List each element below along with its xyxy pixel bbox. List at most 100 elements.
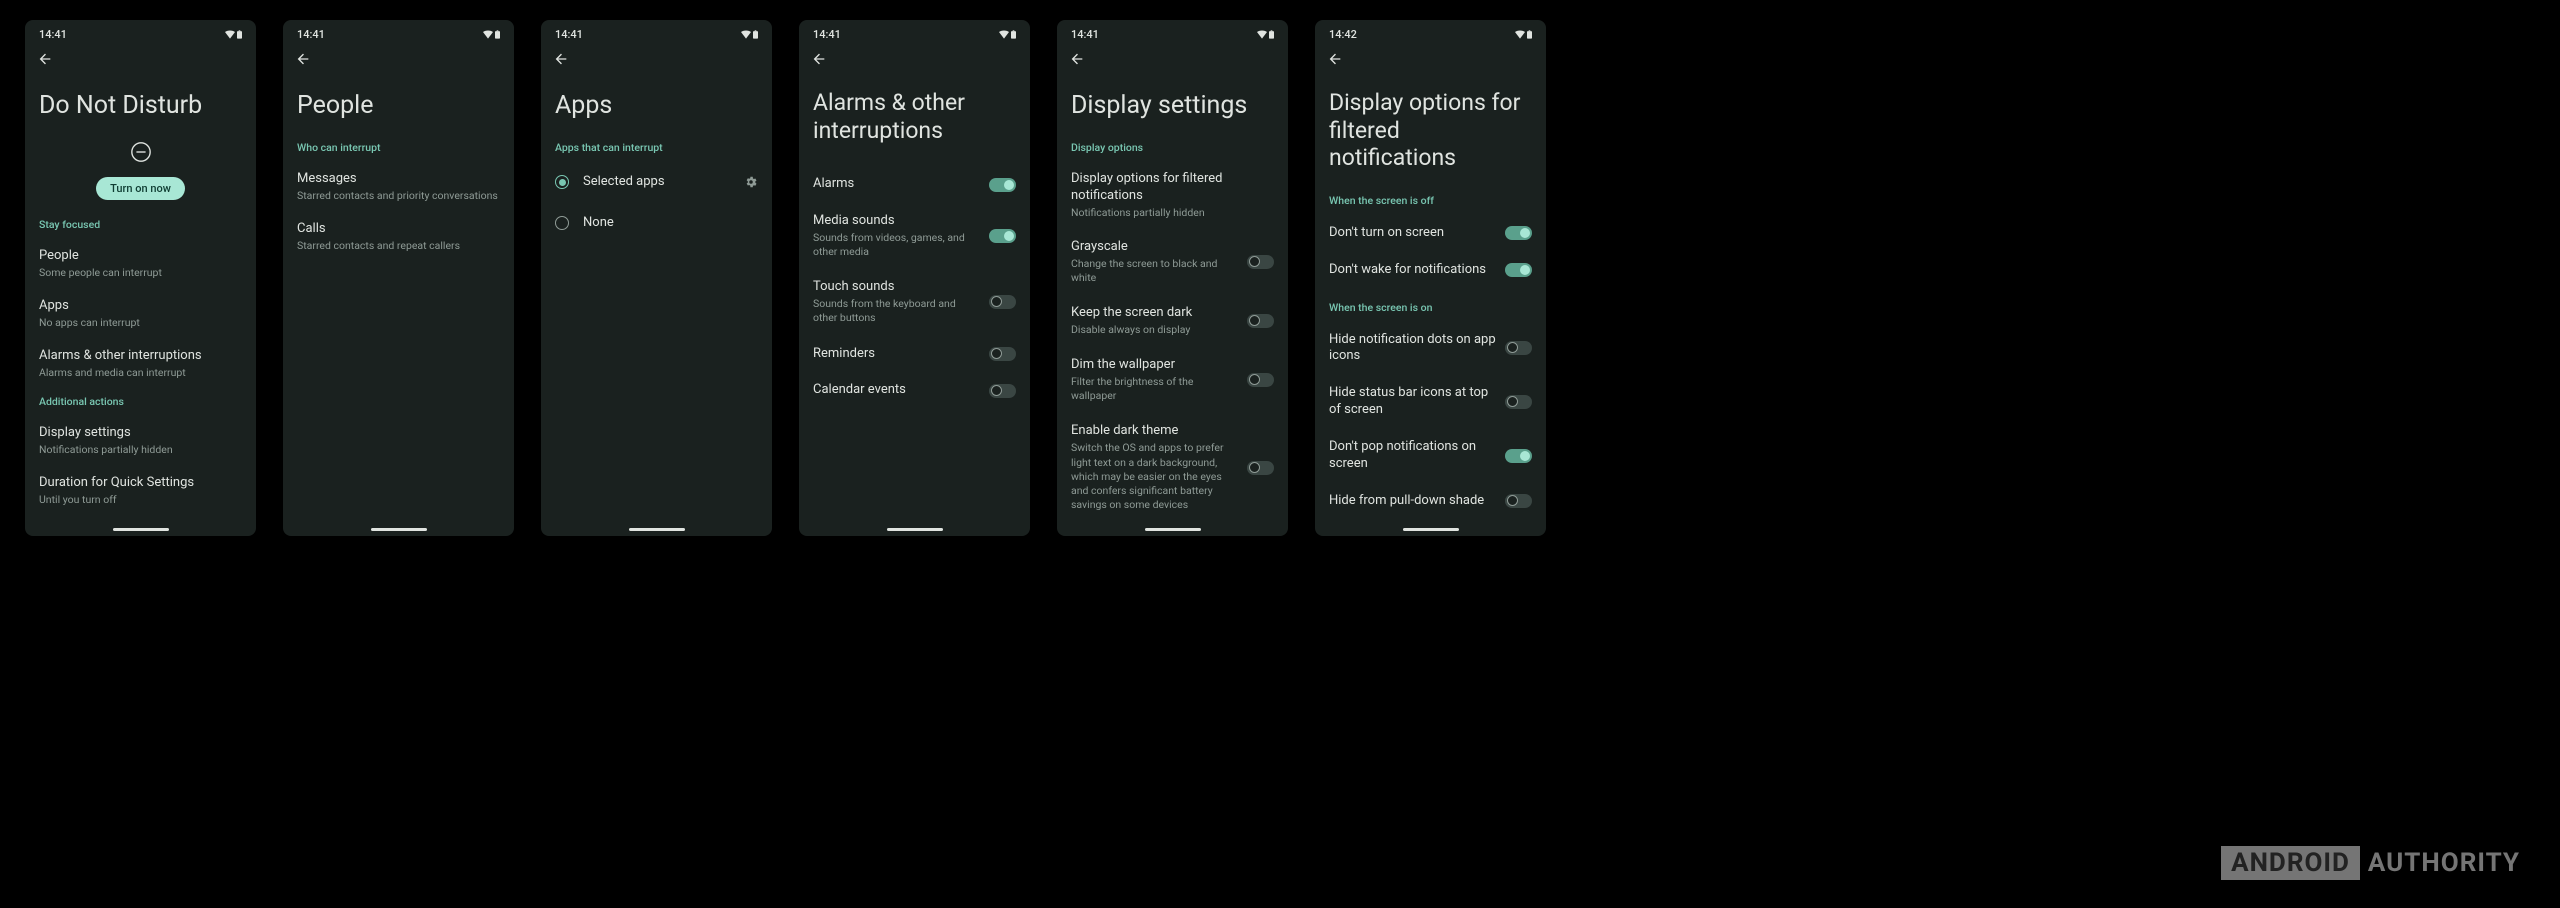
back-icon[interactable] [553, 51, 569, 67]
toggle-switch[interactable] [1505, 226, 1532, 240]
status-bar: 14:41 [799, 20, 1030, 45]
back-icon[interactable] [295, 51, 311, 67]
nav-bar[interactable] [629, 528, 685, 531]
item-title: Apps [39, 298, 242, 315]
item-sub: Until you turn off [39, 493, 242, 507]
item-sub: Disable always on display [1071, 323, 1239, 337]
toggle-calendar[interactable]: Calendar events [813, 372, 1016, 409]
toggle-hide-shade[interactable]: Hide from pull-down shade [1329, 483, 1532, 520]
toggle-switch[interactable] [1505, 341, 1532, 355]
nav-bar[interactable] [887, 528, 943, 531]
item-title: Don't pop notifications on screen [1329, 439, 1497, 473]
turn-on-button[interactable]: Turn on now [96, 177, 185, 200]
section-label: When the screen is off [1329, 194, 1532, 207]
screen-people: 14:41 People Who can interrupt Messages … [283, 20, 514, 536]
toggle-switch[interactable] [989, 229, 1016, 243]
item-calls[interactable]: Calls Starred contacts and repeat caller… [297, 212, 500, 262]
item-sub: Sounds from videos, games, and other med… [813, 231, 981, 259]
item-sub: Change the screen to black and white [1071, 257, 1239, 285]
item-messages[interactable]: Messages Starred contacts and priority c… [297, 162, 500, 212]
toggle-switch[interactable] [1247, 314, 1274, 328]
toggle-dont-turn-on[interactable]: Don't turn on screen [1329, 215, 1532, 252]
toggle-alarms[interactable]: Alarms [813, 166, 1016, 203]
toggle-reminders[interactable]: Reminders [813, 336, 1016, 373]
back-icon[interactable] [1069, 51, 1085, 67]
clock: 14:41 [813, 28, 841, 41]
gear-icon[interactable] [744, 175, 758, 189]
item-sub: Notifications partially hidden [39, 443, 242, 457]
item-sub: Filter the brightness of the wallpaper [1071, 375, 1239, 403]
item-title: Hide from pull-down shade [1329, 493, 1497, 510]
item-title: Don't wake for notifications [1329, 262, 1497, 279]
radio-none[interactable]: None [555, 203, 758, 244]
nav-bar[interactable] [1403, 528, 1459, 531]
toggle-dark-theme[interactable]: Enable dark themeSwitch the OS and apps … [1071, 413, 1274, 522]
item-sub: Notifications partially hidden [1071, 206, 1274, 220]
clock: 14:41 [39, 28, 67, 41]
battery-icon [495, 30, 500, 39]
item-title: Alarms & other interruptions [39, 348, 242, 365]
item-title: Hide notification dots on app icons [1329, 332, 1497, 366]
toggle-switch[interactable] [1505, 449, 1532, 463]
toggle-dont-wake[interactable]: Don't wake for notifications [1329, 252, 1532, 289]
radio-icon [555, 175, 569, 189]
item-display-options[interactable]: Display options for filtered notificatio… [1071, 162, 1274, 229]
toggle-switch[interactable] [1247, 373, 1274, 387]
toggle-media-sounds[interactable]: Media soundsSounds from videos, games, a… [813, 203, 1016, 269]
back-icon[interactable] [37, 51, 53, 67]
toggle-touch-sounds[interactable]: Touch soundsSounds from the keyboard and… [813, 269, 1016, 335]
nav-bar[interactable] [371, 528, 427, 531]
item-apps[interactable]: Apps No apps can interrupt [39, 289, 242, 339]
item-sub: Starred contacts and priority conversati… [297, 189, 500, 203]
wifi-icon [999, 30, 1009, 39]
screen-filtered-notifications: 14:42 Display options for filtered notif… [1315, 20, 1546, 536]
radio-icon [555, 216, 569, 230]
toggle-switch[interactable] [1505, 263, 1532, 277]
status-bar: 14:41 [25, 20, 256, 45]
screen-apps: 14:41 Apps Apps that can interrupt Selec… [541, 20, 772, 536]
screen-dnd: 14:41 Do Not Disturb Turn on now Stay fo… [25, 20, 256, 536]
item-duration[interactable]: Duration for Quick Settings Until you tu… [39, 466, 242, 516]
item-alarms[interactable]: Alarms & other interruptions Alarms and … [39, 339, 242, 389]
dnd-icon [130, 141, 152, 167]
item-title: Alarms [813, 176, 981, 193]
nav-bar[interactable] [113, 528, 169, 531]
wifi-icon [225, 30, 235, 39]
toggle-hide-dots[interactable]: Hide notification dots on app icons [1329, 322, 1532, 376]
wifi-icon [1515, 30, 1525, 39]
item-people[interactable]: People Some people can interrupt [39, 239, 242, 289]
item-title: Keep the screen dark [1071, 305, 1239, 322]
battery-icon [1011, 30, 1016, 39]
toggle-switch[interactable] [989, 295, 1016, 309]
item-title: Messages [297, 171, 500, 188]
wifi-icon [1257, 30, 1267, 39]
toggle-keep-dark[interactable]: Keep the screen darkDisable always on di… [1071, 295, 1274, 347]
toggle-switch[interactable] [989, 347, 1016, 361]
back-icon[interactable] [811, 51, 827, 67]
item-title: Enable dark theme [1071, 423, 1239, 440]
radio-selected-apps[interactable]: Selected apps [555, 162, 758, 203]
status-icons [1515, 30, 1532, 39]
watermark-text: AUTHORITY [2368, 848, 2520, 878]
wifi-icon [741, 30, 751, 39]
toggle-switch[interactable] [1505, 395, 1532, 409]
item-display-settings[interactable]: Display settings Notifications partially… [39, 416, 242, 466]
status-icons [999, 30, 1016, 39]
toggle-switch[interactable] [1505, 494, 1532, 508]
toggle-switch[interactable] [1247, 255, 1274, 269]
toggle-switch[interactable] [989, 384, 1016, 398]
item-sub: Sounds from the keyboard and other butto… [813, 297, 981, 325]
page-title: Display options for filtered notificatio… [1329, 89, 1532, 172]
back-icon[interactable] [1327, 51, 1343, 67]
toggle-switch[interactable] [1247, 461, 1274, 475]
toggle-dont-pop[interactable]: Don't pop notifications on screen [1329, 429, 1532, 483]
toggle-hide-status-icons[interactable]: Hide status bar icons at top of screen [1329, 375, 1532, 429]
section-label: Additional actions [39, 395, 242, 408]
item-sub: Switch the OS and apps to prefer light t… [1071, 441, 1239, 512]
radio-label: Selected apps [583, 174, 730, 191]
toggle-switch[interactable] [989, 178, 1016, 192]
toggle-grayscale[interactable]: GrayscaleChange the screen to black and … [1071, 229, 1274, 295]
nav-bar[interactable] [1145, 528, 1201, 531]
toggle-dim-wallpaper[interactable]: Dim the wallpaperFilter the brightness o… [1071, 347, 1274, 413]
wifi-icon [483, 30, 493, 39]
